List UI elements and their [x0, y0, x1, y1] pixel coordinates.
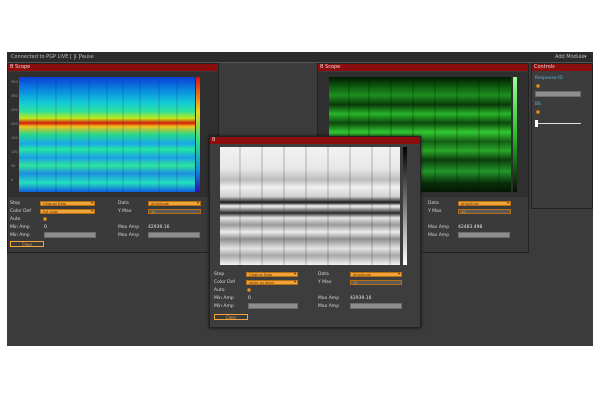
max-amp-label: Max Amp [318, 296, 340, 301]
y-max-input[interactable]: 10 [148, 209, 201, 214]
min-amp-value: 0 [248, 296, 251, 301]
y-tick: 250 [11, 108, 18, 112]
data-select[interactable]: Amplitude [458, 201, 511, 206]
y-tick: 300 [11, 94, 18, 98]
chevron-down-icon[interactable]: ▾ [584, 54, 587, 60]
response-id-title: Response ID [535, 76, 563, 81]
y-max-label: Y Max [118, 209, 132, 214]
max-amp-input-label: Max Amp [318, 304, 340, 309]
bs-title: BS [535, 102, 541, 107]
slider-track[interactable] [535, 123, 581, 124]
app-window: Connected to PGP LIVE [ 1 ] Pause Add Mo… [7, 52, 593, 346]
min-amp-input[interactable] [44, 232, 96, 238]
auto-radio[interactable] [247, 288, 251, 292]
y-max-input[interactable]: 10 [458, 209, 511, 214]
auto-radio[interactable] [43, 217, 47, 221]
color-def-select[interactable]: white on black [246, 280, 298, 285]
max-amp-value: 42939.16 [350, 296, 372, 301]
max-amp-input[interactable] [350, 303, 402, 309]
response-id-radio[interactable] [536, 84, 540, 88]
max-amp-value: 42483.498 [458, 225, 483, 230]
max-amp-label: Max Amp [428, 225, 450, 230]
y-max-label: Y Max [318, 280, 332, 285]
plot-area: 350 300 250 200 150 100 50 0 [8, 72, 218, 197]
pause-button[interactable]: Pause [79, 54, 94, 60]
data-label: Data [118, 201, 129, 206]
data-select[interactable]: Amplitude [148, 201, 201, 206]
step-label: Step [10, 201, 21, 206]
bs-radio[interactable] [536, 110, 540, 114]
min-amp-label: Min Amp [214, 296, 234, 301]
panel-header: Controls [532, 64, 592, 71]
y-tick: 200 [11, 122, 18, 126]
connection-status: Connected to PGP LIVE [ 1 ] [11, 54, 81, 60]
floating-b-scope-window[interactable]: B Step Original Data ▾ Data Amplitude ▾ … [209, 136, 421, 328]
b-scope-panel-left: B Scope 350 300 250 200 150 100 50 0 Ste… [7, 63, 219, 253]
top-bar: Connected to PGP LIVE [ 1 ] Pause Add Mo… [7, 52, 593, 63]
max-amp-input[interactable] [148, 232, 200, 238]
clear-button[interactable]: Clear [10, 241, 44, 247]
step-label: Step [214, 272, 225, 277]
y-tick: 350 [11, 80, 18, 84]
y-tick: 50 [11, 164, 16, 168]
data-label: Data [428, 201, 439, 206]
auto-label: Auto [10, 217, 21, 222]
grayscale-heatmap[interactable] [220, 147, 416, 265]
min-amp-input[interactable] [248, 303, 298, 309]
color-def-select[interactable]: full color [40, 209, 95, 214]
color-scale-bar [403, 147, 407, 265]
color-scale-bar [196, 77, 200, 192]
max-amp-label: Max Amp [118, 225, 140, 230]
y-tick: 100 [11, 150, 18, 154]
y-tick: 150 [11, 136, 18, 140]
auto-label: Auto [214, 288, 225, 293]
min-amp-input-label: Min Amp [214, 304, 234, 309]
y-max-input[interactable]: 10 [350, 280, 402, 285]
panel-header: B Scope [318, 64, 528, 71]
step-select[interactable]: Original Data [40, 201, 95, 206]
min-amp-value: 0 [44, 225, 47, 230]
color-scale-bar [513, 77, 517, 192]
clear-button[interactable]: Clear [214, 314, 248, 320]
max-amp-value: 42939.16 [148, 225, 170, 230]
divider [74, 54, 75, 60]
slider-handle[interactable] [535, 120, 538, 127]
max-amp-input[interactable] [458, 232, 510, 238]
panel-header: B Scope [8, 64, 218, 71]
max-amp-input-label: Max Amp [428, 233, 450, 238]
min-amp-input-label: Min Amp [10, 233, 30, 238]
y-max-label: Y Max [428, 209, 442, 214]
color-def-label: Color Def [214, 280, 235, 285]
y-tick: 0 [11, 178, 14, 182]
data-label: Data [318, 272, 329, 277]
heatmap-image [220, 147, 400, 265]
min-amp-label: Min Amp [10, 225, 30, 230]
step-select[interactable]: Original Data [246, 272, 298, 277]
max-amp-input-label: Max Amp [118, 233, 140, 238]
data-select[interactable]: Amplitude [350, 272, 402, 277]
b-scope-heatmap[interactable] [19, 77, 201, 192]
controls-panel: Controls Response ID BS [531, 63, 593, 209]
response-id-input[interactable] [535, 91, 581, 97]
window-header[interactable]: B [210, 137, 420, 144]
color-def-label: Color Def [10, 209, 31, 214]
add-module-menu[interactable]: Add Module [555, 54, 584, 60]
